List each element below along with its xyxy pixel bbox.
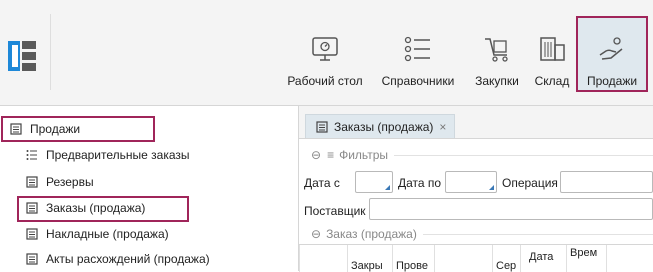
divider <box>394 154 653 156</box>
document-icon <box>26 228 38 240</box>
date-to-label: Дата по <box>398 176 442 190</box>
toolbar-button-directories[interactable]: Справочники <box>378 18 458 90</box>
date-to-input[interactable] <box>445 171 497 193</box>
warehouse-icon <box>535 32 569 66</box>
orders-grid-header: Закры Прове Сер Дата Врем <box>299 244 653 272</box>
tab-sales-orders[interactable]: Заказы (продажа) × <box>305 114 455 138</box>
document-icon <box>10 123 22 135</box>
toolbar-button-label: Продажи <box>586 74 638 88</box>
toolbar-divider <box>50 14 51 90</box>
sidebar-item-label: Заказы (продажа) <box>46 201 146 215</box>
supplier-label: Поставщик <box>304 204 366 218</box>
grid-column-header[interactable]: Прове <box>392 245 434 272</box>
filter-icon: ≡ <box>327 148 335 162</box>
date-from-input[interactable] <box>355 171 393 193</box>
toolbar-button-label: Закупки <box>475 74 519 88</box>
sidebar-item-preliminary-orders[interactable]: Предварительные заказы <box>26 143 190 167</box>
sidebar-item-sales-root[interactable]: Продажи <box>10 117 80 141</box>
toolbar-button-purchases[interactable]: Закупки <box>471 18 523 90</box>
list-lines-icon <box>26 149 38 161</box>
date-from-label: Дата с <box>304 176 340 190</box>
toolbar-button-label: Справочники <box>381 74 455 88</box>
toolbar-button-label: Склад <box>534 74 570 88</box>
order-section-header[interactable]: ⊖ Заказ (продажа) <box>299 225 653 243</box>
tab-bar: Заказы (продажа) × <box>299 106 653 139</box>
collapse-icon[interactable]: ⊖ <box>311 148 321 162</box>
sidebar-item-label: Накладные (продажа) <box>46 227 169 241</box>
toolbar-button-sales[interactable]: Продажи <box>576 16 648 92</box>
sidebar-nav: Продажи Предварительные заказы Резервы З… <box>0 106 299 271</box>
sidebar-item-label: Акты расхождений (продажа) <box>46 252 210 266</box>
document-icon <box>26 176 38 188</box>
order-section-title: Заказ (продажа) <box>326 227 417 241</box>
document-icon <box>316 120 328 133</box>
main-content: Заказы (продажа) × ⊖ ≡ Фильтры Дата с Да… <box>299 106 653 272</box>
toolbar-button-warehouse[interactable]: Склад <box>532 18 572 90</box>
collapse-icon[interactable]: ⊖ <box>311 227 321 241</box>
grid-column-header[interactable]: Дата <box>520 245 566 272</box>
filters-section-header[interactable]: ⊖ ≡ Фильтры <box>299 146 653 164</box>
close-icon[interactable]: × <box>439 120 446 134</box>
app-logo <box>8 41 36 71</box>
grid-column-header[interactable] <box>299 245 347 272</box>
cart-icon <box>480 32 514 66</box>
list-icon <box>401 32 435 66</box>
tab-label: Заказы (продажа) <box>334 119 434 134</box>
operation-input[interactable] <box>560 171 653 193</box>
desktop-icon <box>308 32 342 66</box>
sidebar-item-sales-orders[interactable]: Заказы (продажа) <box>26 196 145 220</box>
sidebar-item-label: Резервы <box>46 175 94 189</box>
sidebar-item-discrepancy-acts[interactable]: Акты расхождений (продажа) <box>26 247 210 271</box>
grid-column-header[interactable] <box>606 245 653 272</box>
sidebar-item-reserves[interactable]: Резервы <box>26 170 94 194</box>
grid-column-header[interactable]: Закры <box>347 245 392 272</box>
sidebar-item-label: Продажи <box>30 122 81 136</box>
operation-label: Операция <box>502 176 558 190</box>
grid-column-header[interactable]: Сер <box>492 245 520 272</box>
sidebar-item-sales-invoices[interactable]: Накладные (продажа) <box>26 222 169 246</box>
document-icon <box>26 253 38 265</box>
top-toolbar: Рабочий стол Справочники Закупки Склад П… <box>0 0 653 106</box>
divider <box>422 233 653 235</box>
sidebar-item-label: Предварительные заказы <box>46 148 190 162</box>
document-icon <box>26 202 38 214</box>
sales-hand-icon <box>595 32 629 66</box>
dropdown-corner-icon <box>489 185 494 190</box>
grid-column-header[interactable] <box>434 245 492 272</box>
supplier-input[interactable] <box>369 198 653 220</box>
grid-column-header[interactable]: Врем <box>566 245 606 272</box>
dropdown-corner-icon <box>385 185 390 190</box>
toolbar-button-desktop[interactable]: Рабочий стол <box>285 18 365 90</box>
filters-title: Фильтры <box>339 148 389 162</box>
toolbar-button-label: Рабочий стол <box>287 74 363 88</box>
